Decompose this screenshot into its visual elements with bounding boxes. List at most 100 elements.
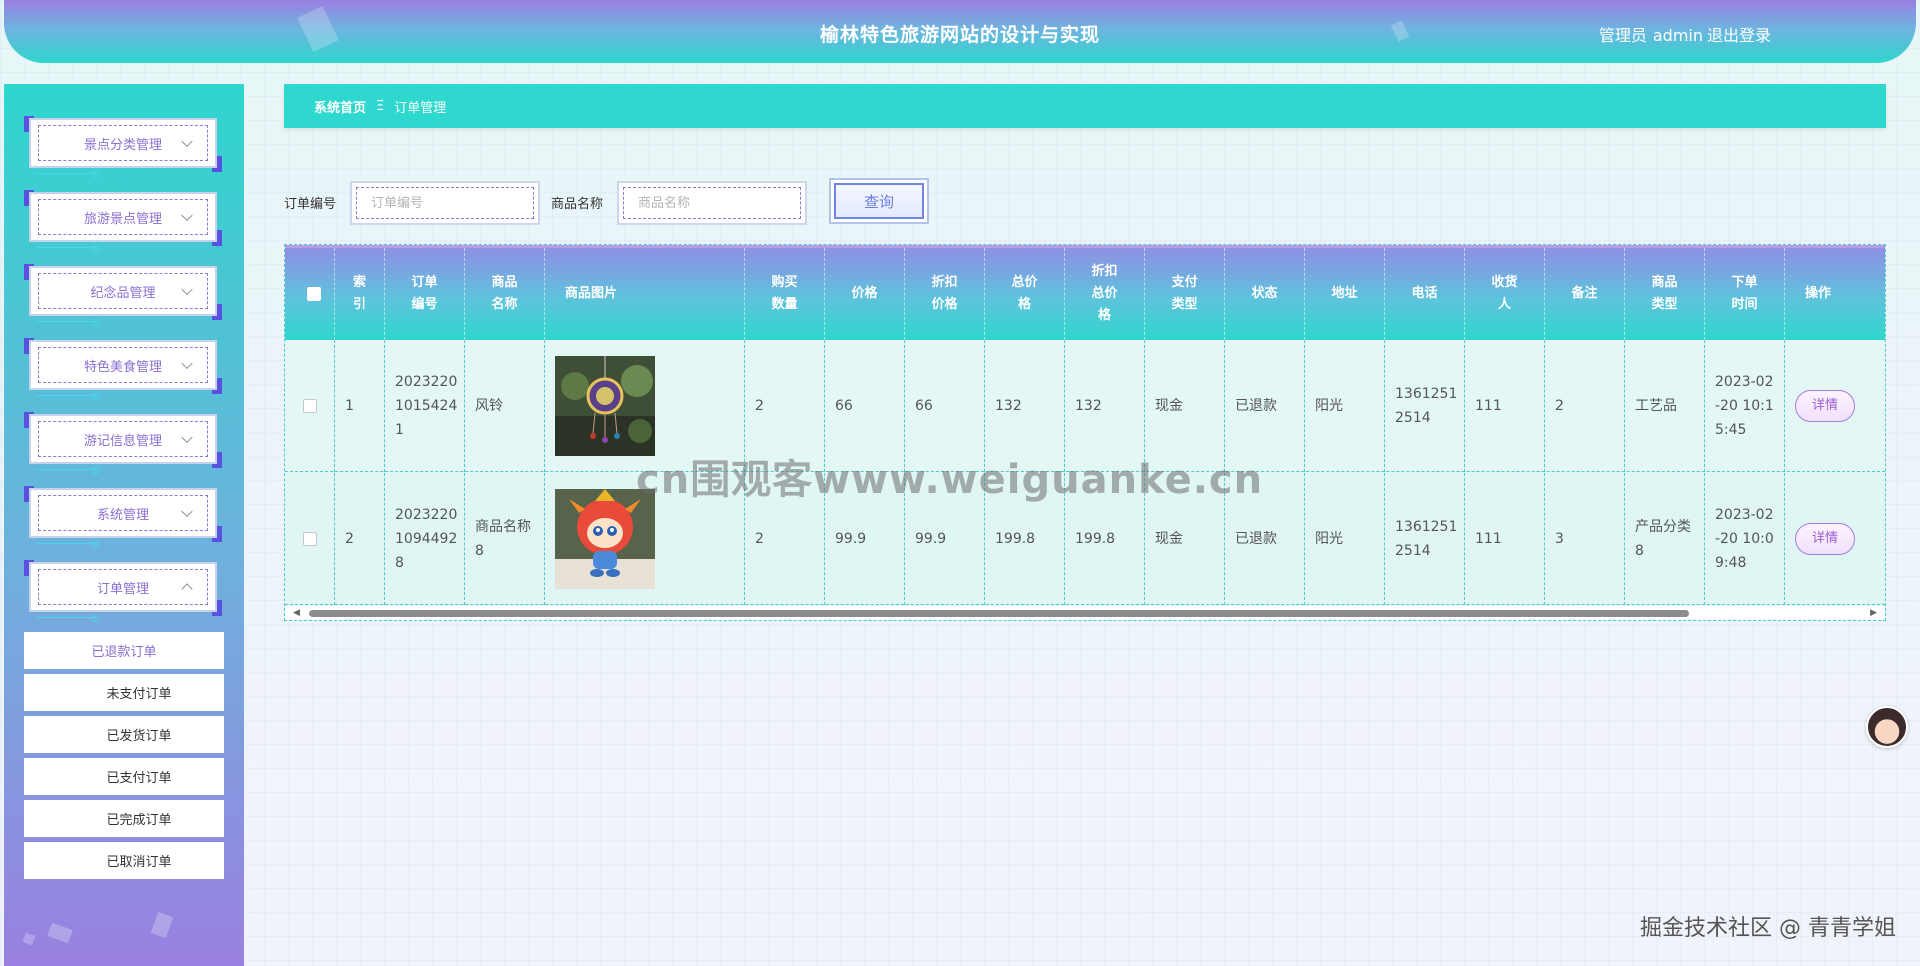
col-header-index: 索引 bbox=[335, 248, 385, 340]
sidebar-menu-food[interactable]: 特色美食管理 bbox=[24, 338, 222, 400]
assistant-avatar-icon[interactable] bbox=[1866, 706, 1908, 748]
col-header-discount-price: 折扣 价格 bbox=[905, 248, 985, 340]
scroll-right-arrow-icon[interactable]: ▶ bbox=[1870, 608, 1877, 618]
col-header-product-name: 商品 名称 bbox=[465, 248, 545, 340]
cell-phone: 1361251 2514 bbox=[1385, 340, 1465, 472]
cell-address: 阳光 bbox=[1305, 473, 1385, 605]
cell-type: 产品分类 8 bbox=[1625, 473, 1705, 605]
detail-button[interactable]: 详情 bbox=[1795, 523, 1855, 555]
table-header: 索引 订单 编号 商品 名称 商品图片 购买 数量 价格 折扣 价格 总价格 折扣 总价格… bbox=[285, 248, 1885, 340]
sidebar-menu-orders[interactable]: 订单管理 bbox=[24, 560, 222, 622]
cell-product-name: 风铃 bbox=[465, 340, 545, 472]
col-header-type: 商品 类型 bbox=[1625, 248, 1705, 340]
cell-product-name: 商品名称 8 bbox=[465, 473, 545, 605]
scroll-left-arrow-icon[interactable]: ◀ bbox=[293, 608, 300, 618]
order-no-field bbox=[350, 181, 540, 225]
sidebar-menu-label: 纪念品管理 bbox=[90, 285, 156, 301]
row-checkbox[interactable] bbox=[303, 532, 317, 546]
breadcrumb: 系统首页 Ξ 订单管理 bbox=[284, 84, 1886, 128]
sidebar-menu-label: 旅游景点管理 bbox=[83, 211, 162, 227]
col-header-time: 下单 时间 bbox=[1705, 248, 1785, 340]
col-header-product-image: 商品图片 bbox=[545, 248, 745, 340]
cell-order-no: 2023220 1094492 8 bbox=[385, 473, 465, 605]
row-checkbox[interactable] bbox=[303, 399, 317, 413]
col-header-qty: 购买 数量 bbox=[745, 248, 825, 340]
cell-phone: 1361251 2514 bbox=[1385, 473, 1465, 605]
cell-receiver: 111 bbox=[1465, 473, 1545, 605]
cell-remark: 3 bbox=[1545, 473, 1625, 605]
product-name-label: 商品名称 bbox=[551, 197, 604, 212]
chevron-down-icon bbox=[181, 505, 193, 518]
watermark: cn围观客www.weiguanke.cn bbox=[636, 457, 1264, 503]
cell-address: 阳光 bbox=[1305, 340, 1385, 472]
chevron-down-icon bbox=[181, 135, 193, 148]
col-header-status: 状态 bbox=[1225, 248, 1305, 340]
col-header-action: 操作 bbox=[1805, 286, 1832, 301]
sidebar-decoration bbox=[22, 932, 36, 946]
chevron-down-icon bbox=[181, 283, 193, 296]
top-header: 榆林特色旅游网站的设计与实现 管理员 admin 退出登录 bbox=[4, 0, 1916, 63]
user-role: 管理员 bbox=[1598, 26, 1647, 45]
cell-remark: 2 bbox=[1545, 340, 1625, 472]
cell-time: 2023-02 -20 10:0 9:48 bbox=[1705, 473, 1785, 605]
submenu-completed-orders[interactable]: 已完成订单 bbox=[24, 800, 224, 837]
col-header-receiver: 收货人 bbox=[1465, 248, 1545, 340]
detail-button[interactable]: 详情 bbox=[1795, 390, 1855, 422]
product-name-field bbox=[617, 181, 807, 225]
breadcrumb-current: 订单管理 bbox=[394, 100, 447, 116]
sidebar-menu-souvenirs[interactable]: 纪念品管理 bbox=[24, 264, 222, 326]
sidebar-menu-label: 系统管理 bbox=[96, 507, 149, 523]
select-all-checkbox[interactable] bbox=[306, 287, 321, 301]
col-header-discount-total: 折扣 总价格 bbox=[1065, 248, 1145, 340]
header-select-all bbox=[285, 248, 335, 340]
submenu-cancelled-orders[interactable]: 已取消订单 bbox=[24, 842, 224, 879]
sidebar-menu-scenic-spots[interactable]: 旅游景点管理 bbox=[24, 190, 222, 252]
col-header-total: 总价格 bbox=[985, 248, 1065, 340]
chevron-down-icon bbox=[181, 431, 193, 444]
sidebar: 景点分类管理 旅游景点管理 纪念品管理 特色美食管理 游记信息管理 系统管理 订… bbox=[4, 84, 244, 966]
scrollbar-thumb[interactable] bbox=[309, 610, 1689, 617]
sidebar-menu-label: 游记信息管理 bbox=[83, 433, 162, 449]
submenu-refunded-orders[interactable]: 已退款订单 bbox=[24, 632, 224, 669]
col-header-price: 价格 bbox=[825, 248, 905, 340]
submenu-paid-orders[interactable]: 已支付订单 bbox=[24, 758, 224, 795]
sidebar-menu-scenic-category[interactable]: 景点分类管理 bbox=[24, 116, 222, 178]
col-header-pay-type: 支付 类型 bbox=[1145, 248, 1225, 340]
sidebar-decoration bbox=[47, 922, 73, 944]
sidebar-decoration bbox=[150, 911, 174, 939]
cell-index: 1 bbox=[335, 340, 385, 472]
submenu-shipped-orders[interactable]: 已发货订单 bbox=[24, 716, 224, 753]
wind-chime-photo bbox=[555, 356, 655, 456]
cell-index: 2 bbox=[335, 473, 385, 605]
cell-action: 详情 bbox=[1785, 473, 1885, 605]
order-no-label: 订单编号 bbox=[284, 197, 337, 212]
chevron-down-icon bbox=[181, 209, 193, 222]
chevron-up-icon bbox=[181, 583, 193, 595]
col-header-address: 地址 bbox=[1305, 248, 1385, 340]
current-user: 管理员 admin bbox=[1593, 22, 1703, 46]
sidebar-menu-system[interactable]: 系统管理 bbox=[24, 486, 222, 548]
chevron-down-icon bbox=[181, 357, 193, 370]
query-button[interactable]: 查询 bbox=[829, 178, 929, 224]
user-name: admin bbox=[1652, 26, 1703, 45]
sidebar-menu-label: 景点分类管理 bbox=[83, 137, 162, 153]
cell-time: 2023-02 -20 10:1 5:45 bbox=[1705, 340, 1785, 472]
cell-order-no: 2023220 1015424 1 bbox=[385, 340, 465, 472]
cell-receiver: 111 bbox=[1465, 340, 1545, 472]
cell-action: 详情 bbox=[1785, 340, 1885, 472]
breadcrumb-home[interactable]: 系统首页 bbox=[314, 97, 366, 116]
col-header-remark: 备注 bbox=[1545, 248, 1625, 340]
footer-watermark: 掘金技术社区 @ 青青学姐 bbox=[1640, 916, 1896, 941]
submenu-unpaid-orders[interactable]: 未支付订单 bbox=[24, 674, 224, 711]
query-button-label: 查询 bbox=[834, 183, 924, 219]
sidebar-menu-travel-notes[interactable]: 游记信息管理 bbox=[24, 412, 222, 474]
breadcrumb-separator: Ξ bbox=[376, 98, 385, 114]
orders-table: 索引 订单 编号 商品 名称 商品图片 购买 数量 价格 折扣 价格 总价格 折扣 总价格… bbox=[284, 244, 1886, 621]
logout-link[interactable]: 退出登录 bbox=[1707, 22, 1771, 46]
product-name-input[interactable] bbox=[623, 187, 801, 219]
order-no-input[interactable] bbox=[356, 187, 534, 219]
col-header-order-no: 订单 编号 bbox=[385, 248, 465, 340]
col-header-phone: 电话 bbox=[1385, 248, 1465, 340]
cell-type: 工艺品 bbox=[1625, 340, 1705, 472]
horizontal-scrollbar[interactable]: ◀ ▶ bbox=[285, 606, 1885, 620]
